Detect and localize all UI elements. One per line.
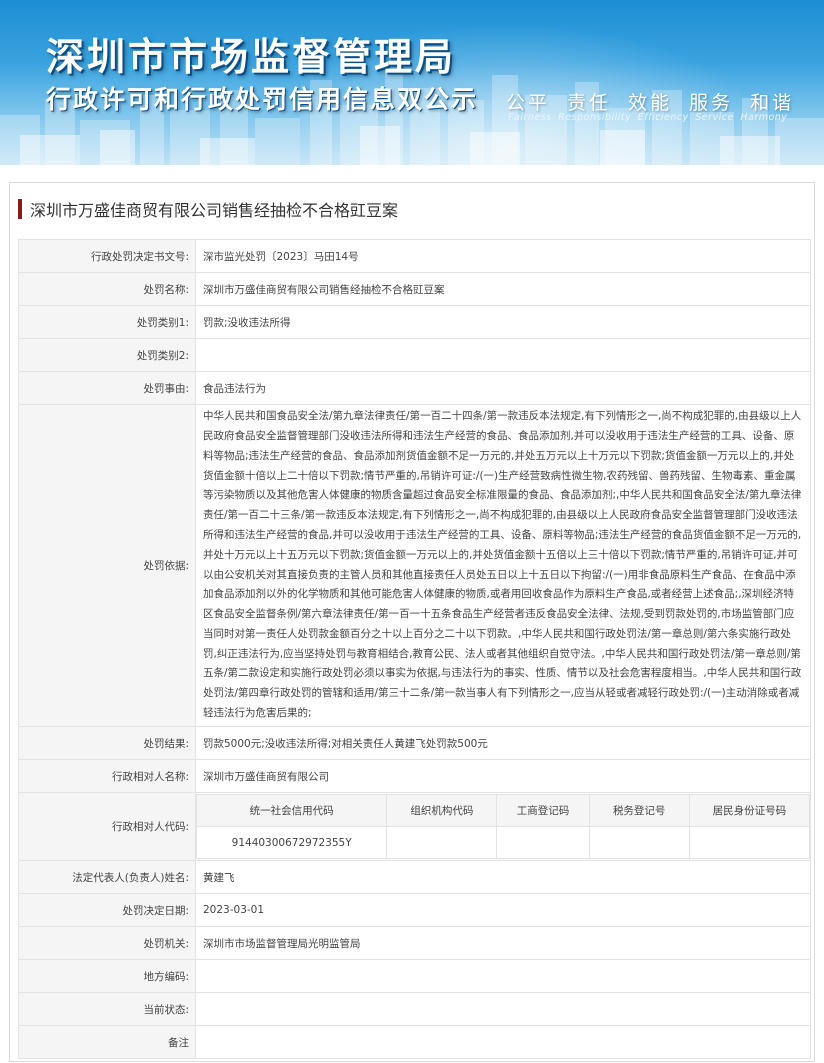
case-title: 深圳市万盛佳商贸有限公司销售经抽检不合格豇豆案 xyxy=(30,201,399,220)
header-banner: 深圳市市场监督管理局 行政许可和行政处罚信用信息双公示 公平 责任 效能 服务 … xyxy=(0,0,824,165)
field-label: 处罚机关: xyxy=(18,926,196,960)
field-label: 行政处罚决定书文号: xyxy=(18,239,196,273)
party-code-cell: 统一社会信用代码 组织机构代码 工商登记码 税务登记号 居民身份证号码 9144… xyxy=(195,792,811,861)
party-code-table: 统一社会信用代码 组织机构代码 工商登记码 税务登记号 居民身份证号码 9144… xyxy=(195,794,811,859)
field-value-type2 xyxy=(195,338,811,372)
field-label: 当前状态: xyxy=(18,992,196,1026)
field-label: 行政相对人代码: xyxy=(18,792,196,861)
party-code-value-row: 91440300672972355Y xyxy=(195,826,811,859)
column-header: 工商登记码 xyxy=(496,794,590,827)
table-row: 行政相对人代码: 统一社会信用代码 组织机构代码 工商登记码 税务登记号 居民身… xyxy=(18,792,811,861)
table-row: 行政处罚决定书文号: 深市监光处罚〔2023〕马田14号 xyxy=(18,239,811,273)
field-label: 法定代表人(负责人)姓名: xyxy=(18,860,196,894)
business-reg-value xyxy=(496,826,590,859)
tax-reg-value xyxy=(588,826,690,859)
banner-subtitle: 行政许可和行政处罚信用信息双公示 xyxy=(46,85,479,114)
banner-slogan-english: Fairness Responsibility Efficiency Servi… xyxy=(508,112,788,123)
id-card-value xyxy=(688,826,811,859)
table-row: 处罚类别2: xyxy=(18,338,811,372)
table-row: 当前状态: xyxy=(18,992,811,1026)
field-label: 地方编码: xyxy=(18,959,196,993)
field-label: 处罚类别2: xyxy=(18,338,196,372)
field-value-result: 罚款5000元;没收违法所得;对相关责任人黄建飞处罚款500元 xyxy=(195,726,811,760)
party-code-header-row: 统一社会信用代码 组织机构代码 工商登记码 税务登记号 居民身份证号码 xyxy=(195,794,811,827)
table-row: 处罚机关: 深圳市市场监督管理局光明监管局 xyxy=(18,926,811,960)
table-row: 处罚依据: 中华人民共和国食品安全法/第九章法律责任/第一百二十四条/第一款违反… xyxy=(18,404,811,727)
table-row: 处罚决定日期: 2023-03-01 xyxy=(18,893,811,927)
column-header: 居民身份证号码 xyxy=(688,794,811,827)
field-label: 处罚依据: xyxy=(18,404,196,727)
field-value-party: 深圳市万盛佳商贸有限公司 xyxy=(195,759,811,793)
table-row: 行政相对人名称: 深圳市万盛佳商贸有限公司 xyxy=(18,759,811,793)
table-row: 处罚事由: 食品违法行为 xyxy=(18,371,811,405)
banner-slogan: 公平 责任 效能 服务 和谐 xyxy=(506,92,795,114)
field-value-name: 深圳市万盛佳商贸有限公司销售经抽检不合格豇豆案 xyxy=(195,272,811,306)
field-value-authority: 深圳市市场监督管理局光明监管局 xyxy=(195,926,811,960)
field-label: 处罚结果: xyxy=(18,726,196,760)
field-value-status xyxy=(195,992,811,1026)
field-value-type1: 罚款;没收违法所得 xyxy=(195,305,811,339)
table-row: 处罚名称: 深圳市万盛佳商贸有限公司销售经抽检不合格豇豆案 xyxy=(18,272,811,306)
field-value-date: 2023-03-01 xyxy=(195,893,811,927)
table-row: 法定代表人(负责人)姓名: 黄建飞 xyxy=(18,860,811,894)
banner-title: 深圳市市场监督管理局 xyxy=(46,35,457,79)
credit-code-value: 91440300672972355Y xyxy=(195,826,388,859)
field-label: 备注 xyxy=(18,1025,196,1059)
field-label: 处罚事由: xyxy=(18,371,196,405)
field-label: 处罚类别1: xyxy=(18,305,196,339)
case-panel: 深圳市万盛佳商贸有限公司销售经抽检不合格豇豆案 行政处罚决定书文号: 深市监光处… xyxy=(9,182,815,1062)
title-accent-bar xyxy=(18,199,22,219)
table-row: 处罚类别1: 罚款;没收违法所得 xyxy=(18,305,811,339)
table-row: 地方编码: xyxy=(18,959,811,993)
field-value-basis: 中华人民共和国食品安全法/第九章法律责任/第一百二十四条/第一款违反本法规定,有… xyxy=(195,404,811,727)
table-row: 处罚结果: 罚款5000元;没收违法所得;对相关责任人黄建飞处罚款500元 xyxy=(18,726,811,760)
field-value-local-code xyxy=(195,959,811,993)
field-label: 处罚名称: xyxy=(18,272,196,306)
org-code-value xyxy=(386,826,498,859)
case-title-bar: 深圳市万盛佳商贸有限公司销售经抽检不合格豇豆案 xyxy=(10,183,814,235)
column-header: 统一社会信用代码 xyxy=(195,794,388,827)
field-value-doc-no: 深市监光处罚〔2023〕马田14号 xyxy=(195,239,811,273)
field-value-legal-rep: 黄建飞 xyxy=(195,860,811,894)
table-row: 备注 xyxy=(18,1025,811,1059)
column-header: 组织机构代码 xyxy=(386,794,498,827)
field-label: 处罚决定日期: xyxy=(18,893,196,927)
case-info-table: 行政处罚决定书文号: 深市监光处罚〔2023〕马田14号 处罚名称: 深圳市万盛… xyxy=(18,239,811,1059)
field-value-reason: 食品违法行为 xyxy=(195,371,811,405)
field-label: 行政相对人名称: xyxy=(18,759,196,793)
column-header: 税务登记号 xyxy=(588,794,690,827)
field-value-remark xyxy=(195,1025,811,1059)
